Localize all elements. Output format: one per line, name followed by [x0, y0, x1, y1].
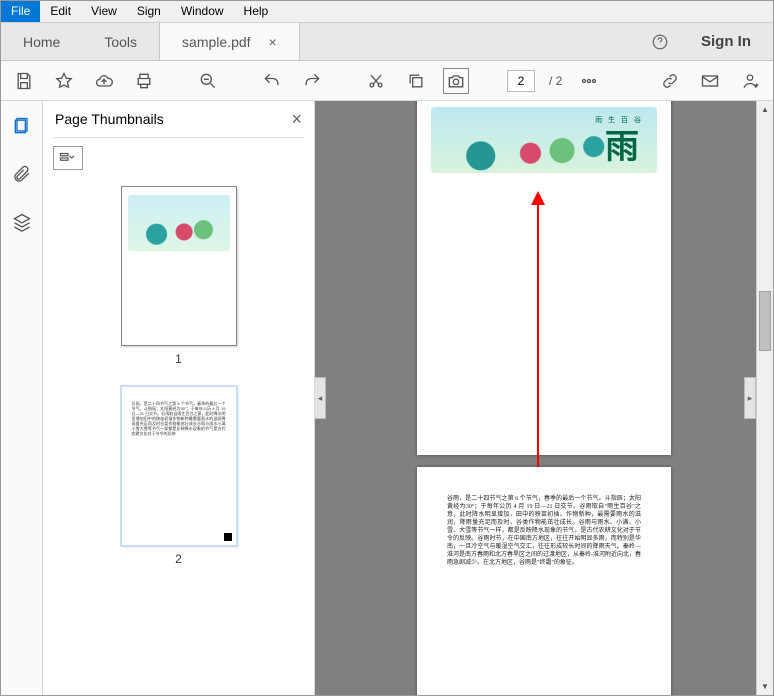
- menu-window[interactable]: Window: [171, 1, 234, 22]
- menu-view[interactable]: View: [81, 1, 127, 22]
- thumbnail-page-1[interactable]: [121, 186, 237, 346]
- cut-icon[interactable]: [363, 68, 389, 94]
- thumbnail-page-2[interactable]: 谷雨，是二十四节气之第 6 个节气，春季的最后一个节气。斗指辰；太阳黄经为30°…: [121, 386, 237, 546]
- page-number-input[interactable]: [507, 70, 535, 92]
- redo-icon[interactable]: [299, 68, 325, 94]
- menu-help[interactable]: Help: [234, 1, 279, 22]
- tab-close-icon[interactable]: ×: [269, 34, 277, 50]
- attachments-rail-icon[interactable]: [9, 161, 35, 187]
- tab-home[interactable]: Home: [1, 23, 82, 60]
- camera-icon[interactable]: [443, 68, 469, 94]
- vertical-scrollbar[interactable]: ▲ ▼: [756, 101, 773, 695]
- layers-rail-icon[interactable]: [9, 209, 35, 235]
- page1-main-char: 雨: [605, 119, 639, 168]
- tab-tools[interactable]: Tools: [82, 23, 159, 60]
- thumbnails-panel: Page Thumbnails × 1 谷雨，是二十四节气之第 6 个节气，春季…: [43, 101, 315, 695]
- content-area: Page Thumbnails × 1 谷雨，是二十四节气之第 6 个节气，春季…: [1, 101, 773, 695]
- collapse-left-icon[interactable]: ◂: [315, 377, 326, 419]
- tab-document[interactable]: sample.pdf ×: [159, 23, 300, 60]
- left-rail: [1, 101, 43, 695]
- collapse-right-icon[interactable]: ▸: [744, 377, 756, 419]
- undo-icon[interactable]: [259, 68, 285, 94]
- scroll-up-icon[interactable]: ▲: [757, 101, 773, 118]
- document-viewer[interactable]: ◂ 雨 生 百 谷 雨 谷雨，是二十四节气之第 6 个节气，春季的最后一个节气。…: [315, 101, 773, 695]
- toolbar: / 2: [1, 61, 773, 101]
- thumbnail-label-1: 1: [175, 352, 182, 366]
- print-icon[interactable]: [131, 68, 157, 94]
- mail-icon[interactable]: [697, 68, 723, 94]
- panel-title: Page Thumbnails: [55, 111, 164, 127]
- scroll-down-icon[interactable]: ▼: [757, 678, 773, 695]
- link-icon[interactable]: [657, 68, 683, 94]
- scroll-thumb[interactable]: [759, 291, 771, 351]
- page-2-view: 谷雨，是二十四节气之第 6 个节气，春季的最后一个节气。斗指辰；太阳黄经为30°…: [417, 467, 671, 695]
- menu-edit[interactable]: Edit: [40, 1, 81, 22]
- tab-bar: Home Tools sample.pdf × Sign In: [1, 23, 773, 61]
- annotation-arrow-line: [537, 197, 539, 487]
- menu-sign[interactable]: Sign: [127, 1, 171, 22]
- help-icon[interactable]: [641, 23, 679, 60]
- page-1-view: 雨 生 百 谷 雨: [417, 101, 671, 455]
- panel-options-button[interactable]: [53, 146, 83, 170]
- zoom-icon[interactable]: [195, 68, 221, 94]
- page-total-label: / 2: [549, 74, 562, 88]
- menu-file[interactable]: File: [1, 1, 40, 22]
- tab-document-title: sample.pdf: [182, 34, 250, 50]
- menu-bar: File Edit View Sign Window Help: [1, 1, 773, 23]
- star-icon[interactable]: [51, 68, 77, 94]
- copy-icon[interactable]: [403, 68, 429, 94]
- thumbnail-label-2: 2: [175, 552, 182, 566]
- panel-close-icon[interactable]: ×: [291, 109, 302, 130]
- more-icon[interactable]: [576, 68, 602, 94]
- account-icon[interactable]: [737, 68, 763, 94]
- page2-body-text: 谷雨，是二十四节气之第 6 个节气，春季的最后一个节气。斗指辰；太阳黄经为30°…: [447, 495, 641, 567]
- cloud-icon[interactable]: [91, 68, 117, 94]
- save-icon[interactable]: [11, 68, 37, 94]
- thumbnails-rail-icon[interactable]: [9, 113, 35, 139]
- annotation-arrow-head: [531, 191, 545, 205]
- sign-in-button[interactable]: Sign In: [679, 23, 773, 60]
